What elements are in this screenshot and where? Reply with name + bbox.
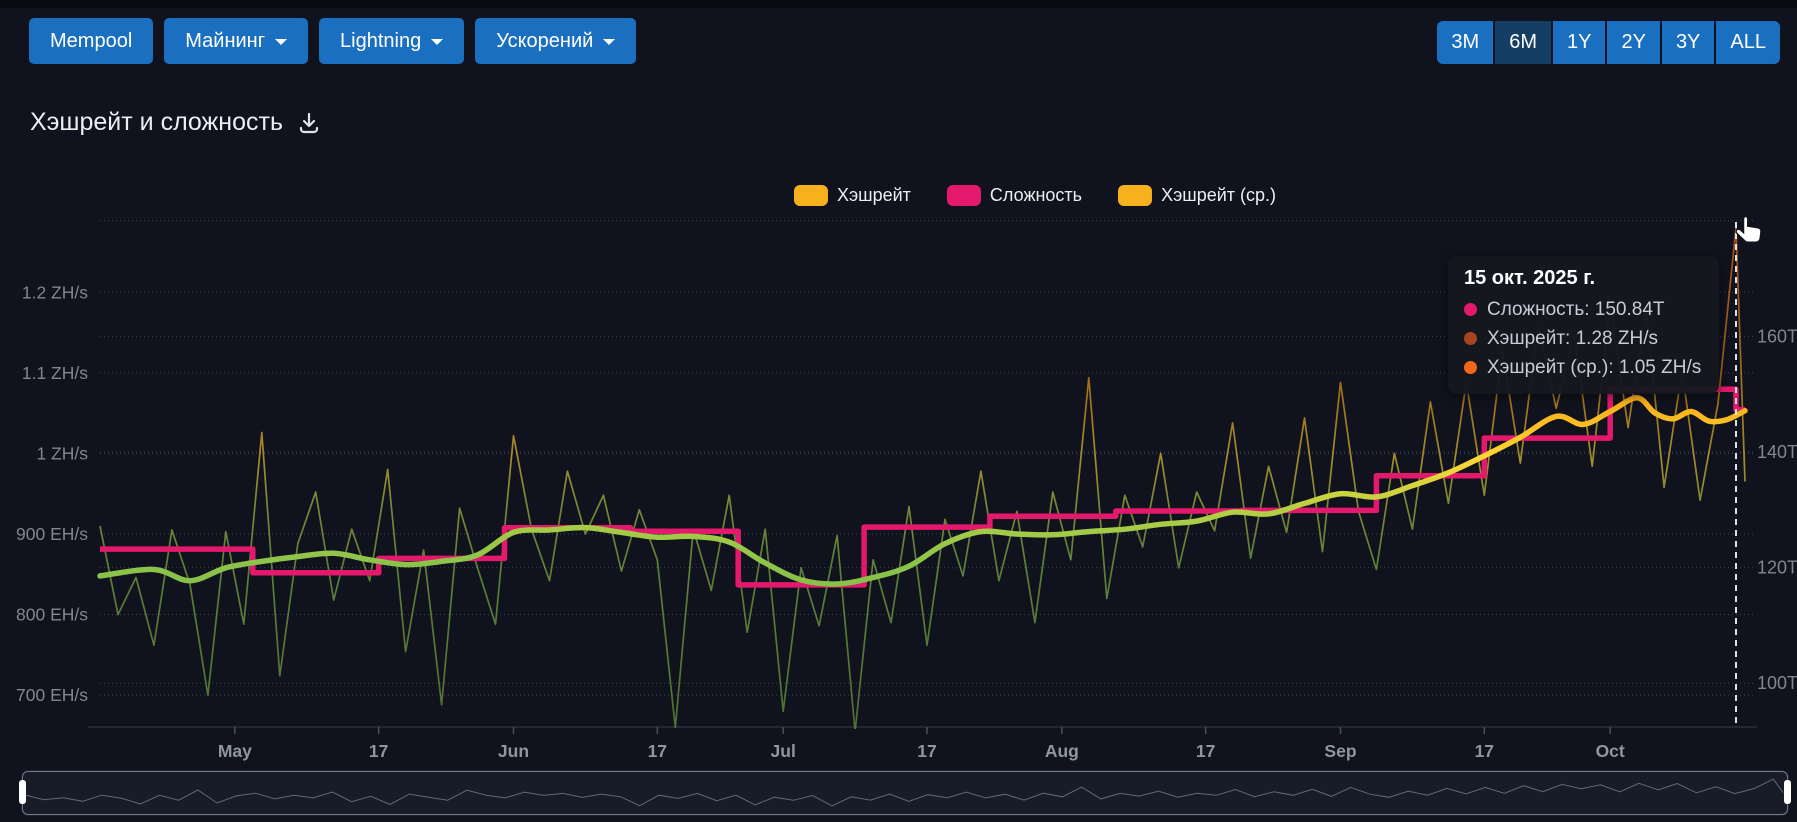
series-dot-icon	[1464, 303, 1477, 316]
range-navigator[interactable]	[22, 771, 1788, 815]
y-left-tick-label: 700 EH/s	[16, 685, 88, 705]
navigator-right-handle[interactable]	[1784, 780, 1791, 804]
y-left-tick-label: 900 EH/s	[16, 524, 88, 544]
navigator-sparkline	[23, 772, 1785, 812]
tooltip-row: Сложность: 150.84T	[1464, 295, 1701, 324]
tooltip-text: Хэшрейт: 1.28 ZH/s	[1487, 324, 1658, 353]
x-tick-label: 17	[1196, 741, 1215, 761]
y-right-tick-label: 120T	[1757, 558, 1797, 578]
series-dot-icon	[1464, 361, 1477, 374]
x-tick-label: 17	[917, 741, 936, 761]
x-tick-label: Jul	[771, 741, 796, 761]
tooltip-rows: Сложность: 150.84TХэшрейт: 1.28 ZH/sХэшр…	[1464, 295, 1701, 382]
y-left-tick-label: 1.1 ZH/s	[22, 363, 88, 383]
y-right-tick-label: 140T	[1757, 442, 1797, 462]
x-tick-label: May	[218, 741, 252, 761]
tooltip-text: Хэшрейт (ср.): 1.05 ZH/s	[1487, 353, 1701, 382]
navigator-left-handle[interactable]	[19, 780, 26, 804]
x-tick-label: Sep	[1324, 741, 1356, 761]
y-right-tick-label: 160T	[1757, 326, 1797, 346]
x-tick-label: Oct	[1596, 741, 1625, 761]
x-tick-label: 17	[369, 741, 388, 761]
tooltip-date: 15 окт. 2025 г.	[1464, 267, 1701, 290]
x-tick-label: 17	[648, 741, 667, 761]
hashrate-difficulty-chart[interactable]: 1.2 ZH/s 1.1 ZH/s 1 ZH/s 900 EH/s 800 EH/s 70…	[0, 0, 1797, 822]
chart-tooltip: 15 окт. 2025 г. Сложность: 150.84TХэшрей…	[1448, 256, 1719, 394]
navigator-line	[25, 779, 1783, 806]
x-tick-label: 17	[1475, 741, 1494, 761]
y-left-tick-label: 1 ZH/s	[36, 443, 88, 463]
x-tick-label: Aug	[1045, 741, 1079, 761]
tooltip-text: Сложность: 150.84T	[1487, 295, 1665, 324]
series-dot-icon	[1464, 332, 1477, 345]
hashrate-avg-line	[100, 398, 1745, 584]
x-tick-label: Jun	[498, 741, 529, 761]
tooltip-row: Хэшрейт (ср.): 1.05 ZH/s	[1464, 353, 1701, 382]
y-right-tick-label: 100T	[1757, 673, 1797, 693]
y-left-tick-label: 800 EH/s	[16, 605, 88, 625]
tooltip-row: Хэшрейт: 1.28 ZH/s	[1464, 324, 1701, 353]
y-left-tick-label: 1.2 ZH/s	[22, 282, 88, 302]
